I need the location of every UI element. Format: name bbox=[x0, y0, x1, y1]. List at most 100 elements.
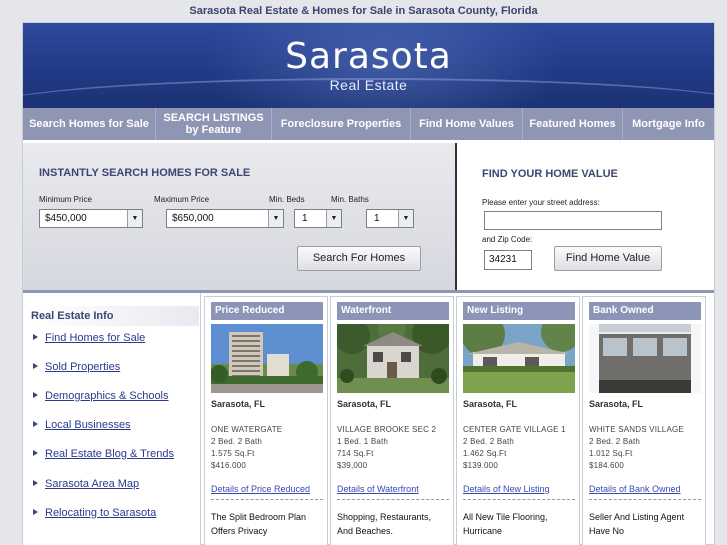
dropdown-arrow-icon: ▼ bbox=[326, 210, 341, 227]
arrow-bullet-icon bbox=[33, 509, 38, 515]
header-banner: Sarasota Real Estate bbox=[23, 23, 714, 108]
min-beds-select[interactable]: 1 ▼ bbox=[294, 209, 342, 228]
sidebar-item-label: Demographics & Schools bbox=[45, 390, 169, 402]
listing-name: WHITE SANDS VILLAGE bbox=[589, 425, 684, 434]
min-baths-select[interactable]: 1 ▼ bbox=[366, 209, 414, 228]
dropdown-arrow-icon: ▼ bbox=[268, 210, 283, 227]
sidebar-item-find-homes[interactable]: Find Homes for Sale bbox=[33, 332, 145, 344]
min-price-select[interactable]: $450,000 ▼ bbox=[39, 209, 143, 228]
main-nav: Search Homes for Sale SEARCH LISTINGS by… bbox=[23, 108, 714, 140]
listing-photo[interactable] bbox=[211, 324, 323, 393]
listing-price: $416.000 bbox=[211, 461, 246, 470]
listing-sqft: 1.462 Sq.Ft bbox=[463, 449, 507, 458]
listing-desc-line1: Shopping, Restaurants, bbox=[337, 512, 432, 522]
logo-name: Sarasota bbox=[285, 36, 452, 77]
listing-details-link[interactable]: Details of Bank Owned bbox=[589, 484, 681, 494]
nav-mortgage-info[interactable]: Mortgage Info bbox=[623, 108, 714, 140]
card-divider bbox=[337, 499, 449, 500]
sidebar-item-label: Real Estate Blog & Trends bbox=[45, 448, 175, 460]
arrow-bullet-icon bbox=[33, 450, 38, 456]
sidebar-item-area-map[interactable]: Sarasota Area Map bbox=[33, 478, 139, 490]
listing-card-price-reduced[interactable]: Price Reduced Sarasota, FL ONE WATERGATE bbox=[204, 296, 328, 545]
arrow-bullet-icon bbox=[33, 334, 38, 340]
quick-search-panel: INSTANTLY SEARCH HOMES FOR SALE Minimum … bbox=[23, 143, 455, 290]
listing-card-new-listing[interactable]: New Listing Sarasota, FL CENTER GATE VIL… bbox=[456, 296, 580, 545]
listing-rooms: 1 Bed. 1 Bath bbox=[337, 437, 389, 446]
listing-rooms: 2 Bed. 2 Bath bbox=[463, 437, 515, 446]
card-divider bbox=[211, 499, 323, 500]
site-logo[interactable]: Sarasota Real Estate bbox=[23, 36, 714, 94]
listing-city: Sarasota, FL bbox=[463, 399, 518, 409]
arrow-bullet-icon bbox=[33, 392, 38, 398]
page-title: Sarasota Real Estate & Homes for Sale in… bbox=[189, 5, 538, 17]
listing-sqft: 1.575 Sq.Ft bbox=[211, 449, 255, 458]
listing-card-waterfront[interactable]: Waterfront Sarasota, FL VILLAGE BROOKE S… bbox=[330, 296, 454, 545]
listing-city: Sarasota, FL bbox=[337, 399, 392, 409]
listing-tag: New Listing bbox=[463, 302, 575, 320]
listing-price: $39,000 bbox=[337, 461, 368, 470]
listing-price: $184.600 bbox=[589, 461, 624, 470]
sidebar-item-demographics[interactable]: Demographics & Schools bbox=[33, 390, 169, 402]
listing-tag: Waterfront bbox=[337, 302, 449, 320]
max-price-select[interactable]: $650,000 ▼ bbox=[166, 209, 284, 228]
home-value-title: FIND YOUR HOME VALUE bbox=[482, 168, 618, 180]
listing-city: Sarasota, FL bbox=[211, 399, 266, 409]
sidebar-item-relocating[interactable]: Relocating to Sarasota bbox=[33, 507, 156, 519]
select-value: $450,000 bbox=[45, 213, 87, 224]
max-price-label: Maximum Price bbox=[154, 195, 210, 204]
listing-name: CENTER GATE VILLAGE 1 bbox=[463, 425, 566, 434]
address-label: Please enter your street address: bbox=[482, 198, 600, 207]
find-home-value-button[interactable]: Find Home Value bbox=[554, 246, 662, 271]
nav-search-listings[interactable]: SEARCH LISTINGS by Feature bbox=[156, 108, 272, 140]
sidebar-item-local-businesses[interactable]: Local Businesses bbox=[33, 419, 131, 431]
sidebar-item-sold-properties[interactable]: Sold Properties bbox=[33, 361, 120, 373]
nav-label: Foreclosure Properties bbox=[280, 118, 402, 130]
listing-photo[interactable] bbox=[463, 324, 575, 393]
nav-label: Search Homes for Sale bbox=[29, 118, 149, 130]
listing-tag: Price Reduced bbox=[211, 302, 323, 320]
min-price-label: Minimum Price bbox=[39, 195, 92, 204]
listing-photo[interactable] bbox=[337, 324, 449, 393]
sidebar-item-label: Relocating to Sarasota bbox=[45, 507, 157, 519]
nav-label: Mortgage Info bbox=[632, 118, 705, 130]
nav-label: SEARCH LISTINGS bbox=[163, 112, 264, 124]
arrow-bullet-icon bbox=[33, 421, 38, 427]
listing-details-link[interactable]: Details of Price Reduced bbox=[211, 484, 310, 494]
nav-search-homes[interactable]: Search Homes for Sale bbox=[23, 108, 156, 140]
listing-desc-line2: Have No bbox=[589, 526, 625, 536]
nav-featured-homes[interactable]: Featured Homes bbox=[523, 108, 623, 140]
nav-sublabel: by Feature bbox=[185, 124, 242, 136]
listing-name: ONE WATERGATE bbox=[211, 425, 283, 434]
street-address-input[interactable] bbox=[484, 211, 662, 230]
listing-details-link[interactable]: Details of New Listing bbox=[463, 484, 550, 494]
sidebar-item-label: Local Businesses bbox=[45, 419, 131, 431]
search-homes-button[interactable]: Search For Homes bbox=[297, 246, 421, 271]
card-divider bbox=[589, 499, 701, 500]
logo-tagline: Real Estate bbox=[329, 77, 408, 93]
sidebar-title: Real Estate Info bbox=[31, 306, 199, 326]
listing-details-link[interactable]: Details of Waterfront bbox=[337, 484, 419, 494]
dropdown-arrow-icon: ▼ bbox=[127, 210, 142, 227]
dropdown-arrow-icon: ▼ bbox=[398, 210, 413, 227]
sidebar: Real Estate Info Find Homes for Sale Sol… bbox=[23, 293, 201, 545]
arrow-bullet-icon bbox=[33, 480, 38, 486]
select-value: 1 bbox=[374, 213, 380, 224]
nav-home-values[interactable]: Find Home Values bbox=[411, 108, 523, 140]
listing-desc-line1: All New Tile Flooring, bbox=[463, 512, 548, 522]
zip-code-input[interactable]: 34231 bbox=[484, 250, 532, 270]
listing-desc-line1: The Split Bedroom Plan bbox=[211, 512, 307, 522]
listing-desc-line2: Hurricane bbox=[463, 526, 503, 536]
listing-card-bank-owned[interactable]: Bank Owned Sarasota, FL WHITE SANDS VILL… bbox=[582, 296, 706, 545]
listing-rooms: 2 Bed. 2 Bath bbox=[211, 437, 263, 446]
zip-label: and Zip Code: bbox=[482, 235, 533, 244]
nav-label: Featured Homes bbox=[529, 118, 616, 130]
site-frame: Sarasota Real Estate Search Homes for Sa… bbox=[22, 22, 715, 545]
listing-sqft: 1.012 Sq.Ft bbox=[589, 449, 633, 458]
listing-tag: Bank Owned bbox=[589, 302, 701, 320]
listing-desc-line2: Offers Privacy bbox=[211, 526, 268, 536]
sidebar-item-blog[interactable]: Real Estate Blog & Trends bbox=[33, 448, 174, 460]
nav-foreclosures[interactable]: Foreclosure Properties bbox=[272, 108, 411, 140]
listing-desc-line2: And Beaches. bbox=[337, 526, 394, 536]
listing-photo[interactable] bbox=[589, 324, 701, 393]
listing-price: $139.000 bbox=[463, 461, 498, 470]
